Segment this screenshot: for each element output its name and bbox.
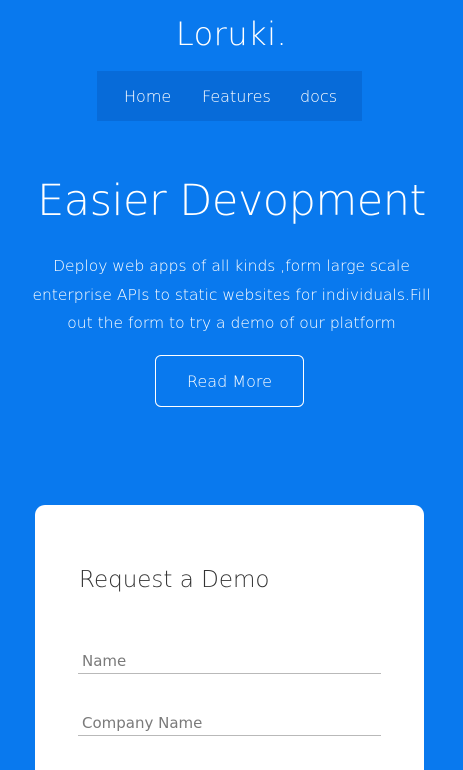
nav-item-features[interactable]: Features [202, 87, 271, 106]
logo: Loruki. [175, 15, 288, 53]
page: Loruki. Home Features docs Easier Devopm… [0, 0, 463, 770]
hero-title: Easier Devopment [37, 176, 426, 226]
nav-item-docs[interactable]: docs [300, 87, 337, 106]
form-title: Request a Demo [79, 567, 270, 593]
hero-description: Deploy web apps of all kinds ,form large… [32, 257, 431, 332]
company-name-input[interactable] [78, 710, 381, 736]
main-nav: Home Features docs [97, 71, 362, 121]
read-more-button[interactable]: Read More [155, 355, 304, 407]
nav-item-home[interactable]: Home [124, 87, 171, 106]
name-input[interactable] [78, 648, 381, 674]
demo-request-card: Request a Demo [35, 505, 424, 770]
